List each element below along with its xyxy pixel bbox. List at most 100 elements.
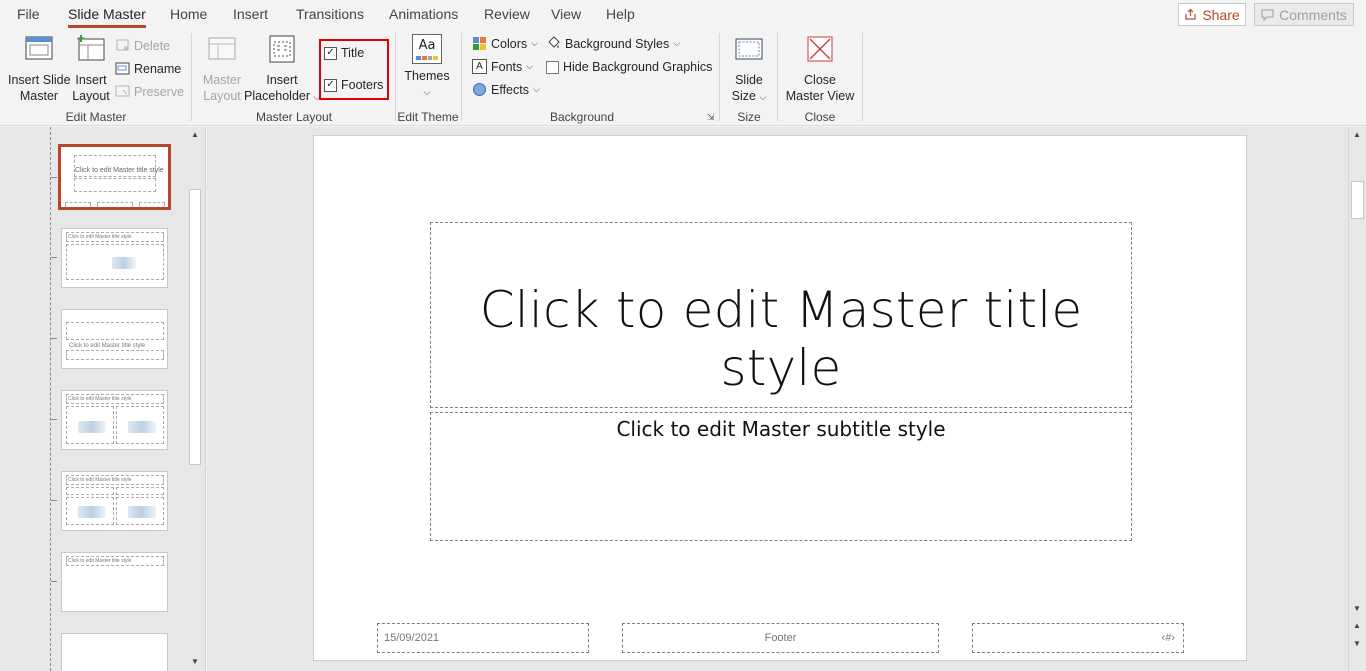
empty-checkbox-icon [546,60,559,74]
share-icon [1185,8,1196,20]
preserve-label: Preserve [134,84,185,99]
thumb-subtitle-box [74,178,156,192]
colors-icon [473,37,486,50]
fonts-icon: A [472,59,487,74]
scrollbar-thumb[interactable] [189,189,201,465]
slide-number-placeholder[interactable]: ‹#› [972,623,1184,653]
hide-background-graphics-checkbox[interactable]: Hide Background Graphics [546,60,712,74]
themes-icon-text: Aa [418,38,436,53]
tree-tick [51,419,57,420]
slide-size-button[interactable]: Slide Size ⌵ [728,34,770,105]
canvas-scrollbar[interactable]: ▲ ▼ ▲ ▼ [1348,127,1366,671]
layout-thumbnail[interactable] [61,633,168,671]
tree-tick [51,500,57,501]
insert-placeholder-label-1: Insert [266,73,298,87]
rename-label: Rename [134,61,182,76]
date-placeholder[interactable]: 15/09/2021 [377,623,589,653]
thumb-title-text: Click to edit Master title style [68,477,132,483]
rename-button[interactable]: Rename [115,61,181,76]
delete-button[interactable]: Delete [115,38,170,53]
insert-slide-master-button[interactable]: Insert Slide Master [8,34,71,104]
title-placeholder[interactable]: Click to edit Master title style [430,222,1132,408]
scroll-up-icon[interactable]: ▲ [1350,130,1364,139]
thumb-title-box [66,322,164,340]
thumb-footer-box [139,202,165,207]
layout-thumbnail[interactable]: Click to edit Master title style [61,390,168,450]
ribbon: Insert Slide Master Insert Layout Delete… [0,30,1366,153]
tab-animations[interactable]: Animations [389,6,458,22]
scroll-down-icon[interactable]: ▼ [1350,604,1364,613]
insert-placeholder-button[interactable]: Insert Placeholder ⌵ [244,34,320,105]
thumbnail-scrollbar[interactable]: ▲ ▼ [187,127,203,671]
preserve-button[interactable]: Preserve [115,84,184,99]
tab-transitions[interactable]: Transitions [296,6,364,22]
insert-layout-button[interactable]: Insert Layout [72,34,110,104]
colors-label: Colors [491,36,528,51]
group-label-background: Background [549,110,615,124]
chevron-down-icon: ⌵ [531,38,538,48]
insert-placeholder-label-2: Placeholder [244,89,311,103]
tab-home[interactable]: Home [170,6,207,22]
thumb-text-box [66,350,164,360]
footer-placeholder[interactable]: Footer [622,623,939,653]
fonts-dropdown[interactable]: A Fonts ⌵ [472,59,533,74]
insert-layout-label-2: Layout [72,89,110,103]
insert-slide-master-icon [25,36,53,60]
footer-text: Footer [764,632,797,644]
comments-label: Comments [1279,6,1347,23]
tab-review[interactable]: Review [484,6,530,22]
next-slide-icon[interactable]: ▼ [1350,639,1364,648]
background-styles-label: Background Styles [565,36,670,51]
scroll-down-icon[interactable]: ▼ [188,657,202,666]
close-master-view-label-2: Master View [785,89,855,103]
ribbon-divider [719,33,720,121]
tab-file[interactable]: File [17,6,40,22]
dialog-launcher-icon[interactable]: ⇲ [707,112,715,123]
tab-help[interactable]: Help [606,6,635,22]
thumb-heading-box [116,487,164,495]
master-layout-label-1: Master [202,73,242,87]
tab-slide-master[interactable]: Slide Master [68,6,146,28]
slide-master-canvas[interactable]: Click to edit Master title style Click t… [313,135,1247,661]
colors-dropdown[interactable]: Colors ⌵ [472,36,538,51]
ribbon-divider [862,33,863,121]
chevron-down-icon: ⌵ [673,38,681,48]
thumb-picture [112,257,136,269]
scrollbar-thumb[interactable] [1351,181,1364,219]
thumb-heading-box [66,487,114,495]
layout-thumbnail[interactable]: Click to edit Master title style [61,471,168,531]
master-subtitle-text: Click to edit Master subtitle style [616,417,946,441]
background-styles-dropdown[interactable]: Background Styles ⌵ [546,36,680,51]
ribbon-tab-bar: File Slide Master Home Insert Transition… [0,0,1366,30]
group-label-edit-theme: Edit Theme [397,110,459,124]
tab-view[interactable]: View [551,6,581,22]
subtitle-placeholder[interactable]: Click to edit Master subtitle style [430,412,1132,541]
chevron-down-icon: ⌵ [759,92,767,102]
comments-button[interactable]: Comments [1254,3,1354,26]
themes-button[interactable]: Aa Themes ⌵ [403,34,451,100]
insert-slide-master-label-2: Master [19,89,59,103]
layout-thumbnail[interactable]: Click to edit Master title style [61,552,168,612]
slide-master-thumbnail[interactable]: Click to edit Master title style [58,144,171,210]
share-button[interactable]: Share [1178,3,1246,26]
group-label-close: Close [804,110,836,124]
thumb-footer-box [97,202,133,207]
effects-icon [473,83,486,96]
tab-insert[interactable]: Insert [233,6,268,22]
thumb-picture [78,421,106,433]
hide-background-graphics-label: Hide Background Graphics [563,60,713,74]
master-layout-icon [208,37,236,60]
thumb-title-text: Click to edit Master title style [69,343,146,349]
scroll-up-icon[interactable]: ▲ [188,130,202,139]
master-layout-button[interactable]: Master Layout [200,34,244,104]
group-label-size: Size [737,110,761,124]
ribbon-divider [461,33,462,121]
thumb-title-text: Click to edit Master title style [68,558,132,564]
effects-dropdown[interactable]: Effects ⌵ [472,82,540,97]
thumb-picture [128,421,156,433]
layout-thumbnail[interactable]: Click to edit Master title style [61,228,168,288]
layout-thumbnail[interactable]: Click to edit Master title style [61,309,168,369]
previous-slide-icon[interactable]: ▲ [1350,621,1364,630]
close-master-view-button[interactable]: Close Master View [784,34,856,104]
tree-tick [51,257,57,258]
